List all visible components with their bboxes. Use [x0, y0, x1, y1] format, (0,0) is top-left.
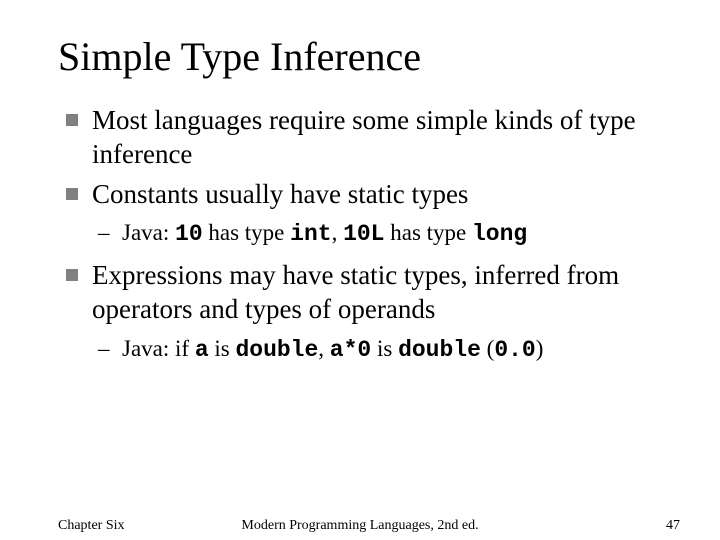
- code-literal: 10: [175, 221, 203, 247]
- code-literal: 0.0: [494, 337, 535, 363]
- slide-title: Simple Type Inference: [58, 34, 662, 80]
- bullet-level1: Expressions may have static types, infer…: [58, 259, 662, 327]
- text: ,: [318, 336, 330, 361]
- code-type: int: [290, 221, 331, 247]
- footer-book: Modern Programming Languages, 2nd ed.: [0, 518, 720, 534]
- code-type: double: [235, 337, 318, 363]
- text: has type: [384, 220, 472, 245]
- code-expr: a*0: [330, 337, 371, 363]
- text: Java: if: [122, 336, 195, 361]
- text: ,: [332, 220, 344, 245]
- bullet-level2: Java: 10 has type int, 10L has type long: [58, 219, 662, 249]
- slide: Simple Type Inference Most languages req…: [0, 0, 720, 540]
- bullet-level2: Java: if a is double, a*0 is double (0.0…: [58, 335, 662, 365]
- text: (: [481, 336, 494, 361]
- bullet-list: Most languages require some simple kinds…: [58, 104, 662, 364]
- text: Java:: [122, 220, 175, 245]
- text: has type: [203, 220, 291, 245]
- text: is: [209, 336, 236, 361]
- code-type: long: [472, 221, 527, 247]
- text: is: [371, 336, 398, 361]
- code-literal: 10L: [343, 221, 384, 247]
- text: ): [536, 336, 544, 361]
- bullet-level1: Most languages require some simple kinds…: [58, 104, 662, 172]
- footer-page-number: 47: [666, 518, 680, 534]
- code-var: a: [195, 337, 209, 363]
- code-type: double: [398, 337, 481, 363]
- bullet-level1: Constants usually have static types: [58, 178, 662, 212]
